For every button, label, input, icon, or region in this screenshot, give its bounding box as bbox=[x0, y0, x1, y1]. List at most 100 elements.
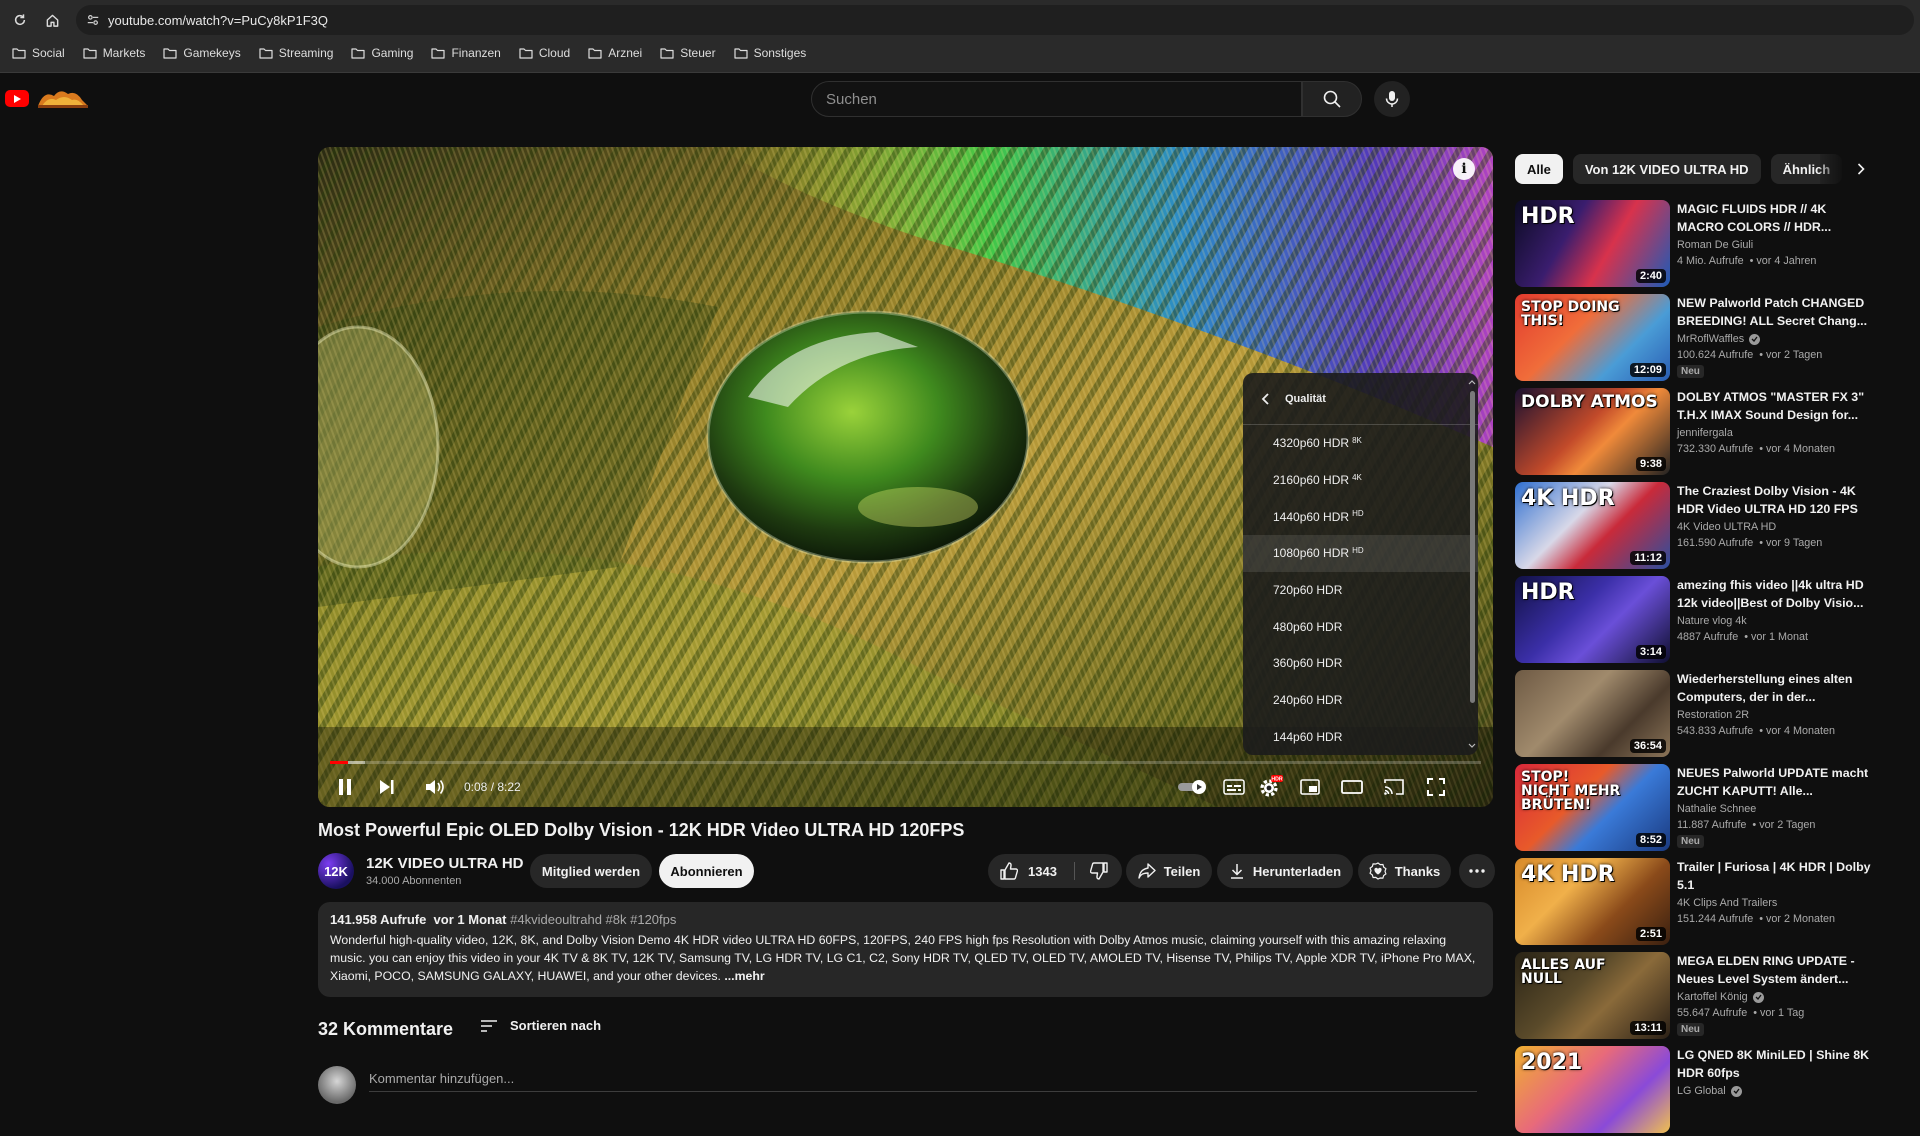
address-bar[interactable]: youtube.com/watch?v=PuCy8kP1F3Q bbox=[76, 5, 1914, 35]
channel-name[interactable]: jennifergala bbox=[1677, 427, 1733, 439]
quality-option[interactable]: 360p60 HDR bbox=[1243, 645, 1478, 682]
dislike-button[interactable] bbox=[1075, 854, 1122, 888]
settings-button[interactable]: HDR bbox=[1253, 767, 1289, 807]
channel-avatar[interactable]: 12K bbox=[318, 853, 354, 889]
recommended-video[interactable]: 4K HDR 11:12 The Craziest Dolby Vision - 4… bbox=[1515, 482, 1890, 572]
video-thumbnail[interactable]: ALLES AUF NULL 13:11 bbox=[1515, 952, 1670, 1039]
quality-option[interactable]: 1080p60 HDR HD bbox=[1243, 535, 1478, 572]
more-actions-button[interactable] bbox=[1459, 854, 1495, 888]
youtube-logo-icon[interactable] bbox=[5, 90, 29, 107]
video-thumbnail[interactable]: HDR 3:14 bbox=[1515, 576, 1670, 663]
doodle-logo[interactable] bbox=[36, 86, 90, 110]
recommended-video[interactable]: DOLBY ATMOS 9:38 DOLBY ATMOS "MASTER FX 3"… bbox=[1515, 388, 1890, 478]
chips-next-button[interactable] bbox=[1846, 154, 1876, 184]
video-title[interactable]: The Craziest Dolby Vision - 4K HDR Video… bbox=[1677, 482, 1875, 518]
like-button[interactable]: 1343 bbox=[988, 854, 1074, 888]
quality-option[interactable]: 240p60 HDR bbox=[1243, 682, 1478, 719]
video-thumbnail[interactable]: 2021 bbox=[1515, 1046, 1670, 1133]
channel-name[interactable]: Roman De Giuli bbox=[1677, 239, 1753, 251]
bookmark-folder[interactable]: Gamekeys bbox=[163, 46, 241, 60]
autoplay-toggle[interactable] bbox=[1173, 767, 1213, 807]
subscribe-button[interactable]: Abonnieren bbox=[659, 854, 754, 888]
quality-menu-scroll-thumb[interactable] bbox=[1470, 391, 1475, 703]
home-icon[interactable] bbox=[36, 4, 68, 36]
channel-name[interactable]: 12K VIDEO ULTRA HD bbox=[366, 855, 524, 872]
video-title[interactable]: Trailer | Furiosa | 4K HDR | Dolby 5.1 bbox=[1677, 858, 1875, 894]
quality-option[interactable]: 144p60 HDR bbox=[1243, 719, 1478, 756]
join-button[interactable]: Mitglied werden bbox=[530, 854, 652, 888]
recommended-video[interactable]: 4K HDR 2:51 Trailer | Furiosa | 4K HDR | D… bbox=[1515, 858, 1890, 948]
bookmark-folder[interactable]: Cloud bbox=[519, 46, 570, 60]
pause-button[interactable] bbox=[330, 767, 360, 807]
search-input[interactable] bbox=[826, 90, 1301, 108]
video-thumbnail[interactable]: DOLBY ATMOS 9:38 bbox=[1515, 388, 1670, 475]
quality-option[interactable]: 720p60 HDR bbox=[1243, 572, 1478, 609]
search-box[interactable] bbox=[811, 81, 1302, 117]
video-thumbnail[interactable]: 4K HDR 11:12 bbox=[1515, 482, 1670, 569]
share-button[interactable]: Teilen bbox=[1126, 854, 1212, 888]
cast-button[interactable] bbox=[1376, 767, 1412, 807]
add-comment-input[interactable]: Kommentar hinzufügen... bbox=[369, 1066, 1477, 1092]
description-box[interactable]: 141.958 Aufrufe vor 1 Monat #4kvideoultr… bbox=[318, 902, 1493, 997]
video-title[interactable]: NEW Palworld Patch CHANGED BREEDING! ALL… bbox=[1677, 294, 1875, 330]
quality-option[interactable]: 2160p60 HDR 4K bbox=[1243, 462, 1478, 499]
user-avatar[interactable] bbox=[318, 1066, 356, 1104]
bookmark-folder[interactable]: Sonstiges bbox=[733, 46, 806, 60]
recommended-video[interactable]: HDR 2:40 MAGIC FLUIDS HDR // 4K MACRO COLO… bbox=[1515, 200, 1890, 290]
channel-name[interactable]: Restoration 2R bbox=[1677, 709, 1749, 721]
video-thumbnail[interactable]: STOP! NICHT MEHR BRÜTEN! 8:52 bbox=[1515, 764, 1670, 851]
recommended-video[interactable]: STOP DOING THIS! 12:09 NEW Palworld Patch … bbox=[1515, 294, 1890, 384]
progress-bar[interactable] bbox=[330, 761, 1481, 764]
quality-option[interactable]: 4320p60 HDR 8K bbox=[1243, 425, 1478, 462]
search-button[interactable] bbox=[1302, 81, 1362, 117]
next-button[interactable] bbox=[372, 767, 402, 807]
video-title[interactable]: DOLBY ATMOS "MASTER FX 3" T.H.X IMAX Sou… bbox=[1677, 388, 1875, 424]
video-thumbnail[interactable]: 4K HDR 2:51 bbox=[1515, 858, 1670, 945]
video-player[interactable]: i Qualität 4320p60 HDR 8K 2160p60 HDR 4K 144… bbox=[318, 147, 1493, 807]
description-hashtags[interactable]: #4kvideoultrahd #8k #120fps bbox=[510, 912, 676, 927]
recommended-video[interactable]: ALLES AUF NULL 13:11 MEGA ELDEN RING UPDAT… bbox=[1515, 952, 1890, 1042]
bookmark-folder[interactable]: Arznei bbox=[588, 46, 642, 60]
video-title[interactable]: MEGA ELDEN RING UPDATE - Neues Level Sys… bbox=[1677, 952, 1875, 988]
channel-name[interactable]: Nature vlog 4k bbox=[1677, 615, 1747, 627]
channel-name[interactable]: Nathalie Schnee bbox=[1677, 803, 1756, 815]
channel-name[interactable]: LG Global bbox=[1677, 1085, 1742, 1097]
video-title[interactable]: NEUES Palworld UPDATE macht ZUCHT KAPUTT… bbox=[1677, 764, 1875, 800]
filter-chip[interactable]: Alle bbox=[1515, 154, 1563, 184]
recommended-video[interactable]: 36:54 Wiederherstellung eines alten Compu… bbox=[1515, 670, 1890, 760]
back-chevron-icon[interactable] bbox=[1261, 392, 1271, 405]
bookmark-folder[interactable]: Steuer bbox=[660, 46, 716, 60]
fullscreen-button[interactable] bbox=[1418, 767, 1454, 807]
bookmark-folder[interactable]: Finanzen bbox=[431, 46, 501, 60]
video-title[interactable]: amezing fhis video ||4k ultra HD 12k vid… bbox=[1677, 576, 1875, 612]
site-info-icon[interactable] bbox=[78, 5, 108, 35]
video-thumbnail[interactable]: 36:54 bbox=[1515, 670, 1670, 757]
theater-mode-button[interactable] bbox=[1334, 767, 1370, 807]
video-title[interactable]: LG QNED 8K MiniLED | Shine 8K HDR 60fps bbox=[1677, 1046, 1875, 1082]
recommended-video[interactable]: HDR 3:14 amezing fhis video ||4k ultra HD … bbox=[1515, 576, 1890, 666]
video-thumbnail[interactable]: HDR 2:40 bbox=[1515, 200, 1670, 287]
channel-name[interactable]: MrRoflWaffles bbox=[1677, 333, 1761, 345]
sort-comments-button[interactable]: Sortieren nach bbox=[480, 1018, 601, 1033]
mute-button[interactable] bbox=[420, 767, 450, 807]
bookmark-folder[interactable]: Gaming bbox=[351, 46, 413, 60]
recommended-video[interactable]: STOP! NICHT MEHR BRÜTEN! 8:52 NEUES Palwor… bbox=[1515, 764, 1890, 854]
download-button[interactable]: Herunterladen bbox=[1217, 854, 1353, 888]
voice-search-button[interactable] bbox=[1374, 81, 1410, 117]
recommended-video[interactable]: 2021 LG QNED 8K MiniLED | Shine 8K HDR 60… bbox=[1515, 1046, 1890, 1136]
bookmark-folder[interactable]: Markets bbox=[83, 46, 145, 60]
video-thumbnail[interactable]: STOP DOING THIS! 12:09 bbox=[1515, 294, 1670, 381]
reload-icon[interactable] bbox=[4, 4, 36, 36]
subtitles-button[interactable] bbox=[1216, 767, 1252, 807]
quality-option[interactable]: 1440p60 HDR HD bbox=[1243, 498, 1478, 535]
channel-name[interactable]: Kartoffel König bbox=[1677, 991, 1764, 1003]
miniplayer-button[interactable] bbox=[1292, 767, 1328, 807]
show-more-link[interactable]: ...mehr bbox=[724, 969, 764, 983]
bookmark-folder[interactable]: Streaming bbox=[259, 46, 333, 60]
quality-option[interactable]: 480p60 HDR bbox=[1243, 608, 1478, 645]
thanks-button[interactable]: Thanks bbox=[1358, 854, 1451, 888]
quality-menu-header[interactable]: Qualität bbox=[1243, 373, 1478, 425]
bookmark-folder[interactable]: Social bbox=[12, 46, 65, 60]
video-title[interactable]: MAGIC FLUIDS HDR // 4K MACRO COLORS // H… bbox=[1677, 200, 1875, 236]
channel-name[interactable]: 4K Clips And Trailers bbox=[1677, 897, 1777, 909]
